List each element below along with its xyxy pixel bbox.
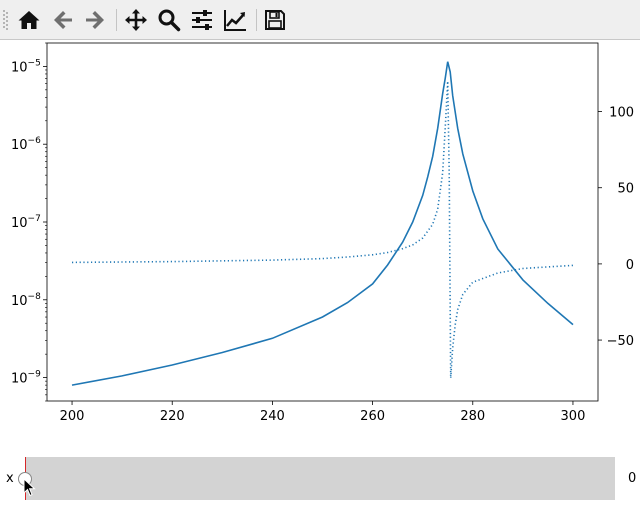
right-tick-label: −50 bbox=[607, 334, 634, 349]
right-tick-label: 0 bbox=[626, 258, 634, 273]
toolbar-separator bbox=[256, 9, 257, 31]
save-button[interactable] bbox=[261, 6, 289, 34]
edit-axis-button[interactable] bbox=[221, 6, 249, 34]
x-tick-label: 300 bbox=[561, 409, 586, 424]
home-icon bbox=[18, 11, 40, 29]
zoom-button[interactable] bbox=[155, 6, 183, 34]
magnifier-icon bbox=[158, 9, 181, 32]
axes-frame bbox=[46, 42, 599, 402]
left-tick-label: 10−5 bbox=[11, 58, 41, 75]
x-slider-track[interactable] bbox=[25, 457, 615, 500]
x-tick-label: 280 bbox=[460, 409, 485, 424]
toolbar-grip bbox=[3, 10, 9, 30]
arrow-right-icon bbox=[86, 11, 104, 29]
slider-label: x bbox=[6, 471, 14, 486]
left-tick-label: 10−9 bbox=[11, 370, 41, 387]
home-button[interactable] bbox=[15, 6, 43, 34]
left-tick-label: 10−8 bbox=[11, 292, 41, 309]
floppy-disk-icon bbox=[265, 10, 285, 30]
forward-button[interactable] bbox=[81, 6, 109, 34]
toolbar-separator bbox=[116, 9, 117, 31]
line-chart-icon bbox=[224, 10, 246, 31]
right-tick-label: 50 bbox=[617, 182, 634, 197]
move-icon bbox=[125, 9, 147, 31]
navigation-toolbar bbox=[0, 0, 640, 40]
back-button[interactable] bbox=[49, 6, 77, 34]
x-tick-label: 240 bbox=[260, 409, 285, 424]
x-tick-label: 200 bbox=[60, 409, 85, 424]
slider-value: 0 bbox=[628, 471, 637, 486]
arrow-left-icon bbox=[54, 11, 72, 29]
x-tick-label: 260 bbox=[360, 409, 385, 424]
figure-canvas: 200 220 240 260 280 300 10−910−810−710−610−5 … bbox=[11, 42, 634, 424]
mouse-cursor-icon bbox=[23, 478, 36, 497]
sliders-icon bbox=[192, 10, 212, 30]
pan-button[interactable] bbox=[122, 6, 150, 34]
x-tick-label: 220 bbox=[160, 409, 185, 424]
configure-subplots-button[interactable] bbox=[188, 6, 216, 34]
right-tick-label: 100 bbox=[609, 106, 634, 121]
left-tick-label: 10−7 bbox=[11, 214, 41, 231]
left-tick-label: 10−6 bbox=[11, 136, 41, 153]
